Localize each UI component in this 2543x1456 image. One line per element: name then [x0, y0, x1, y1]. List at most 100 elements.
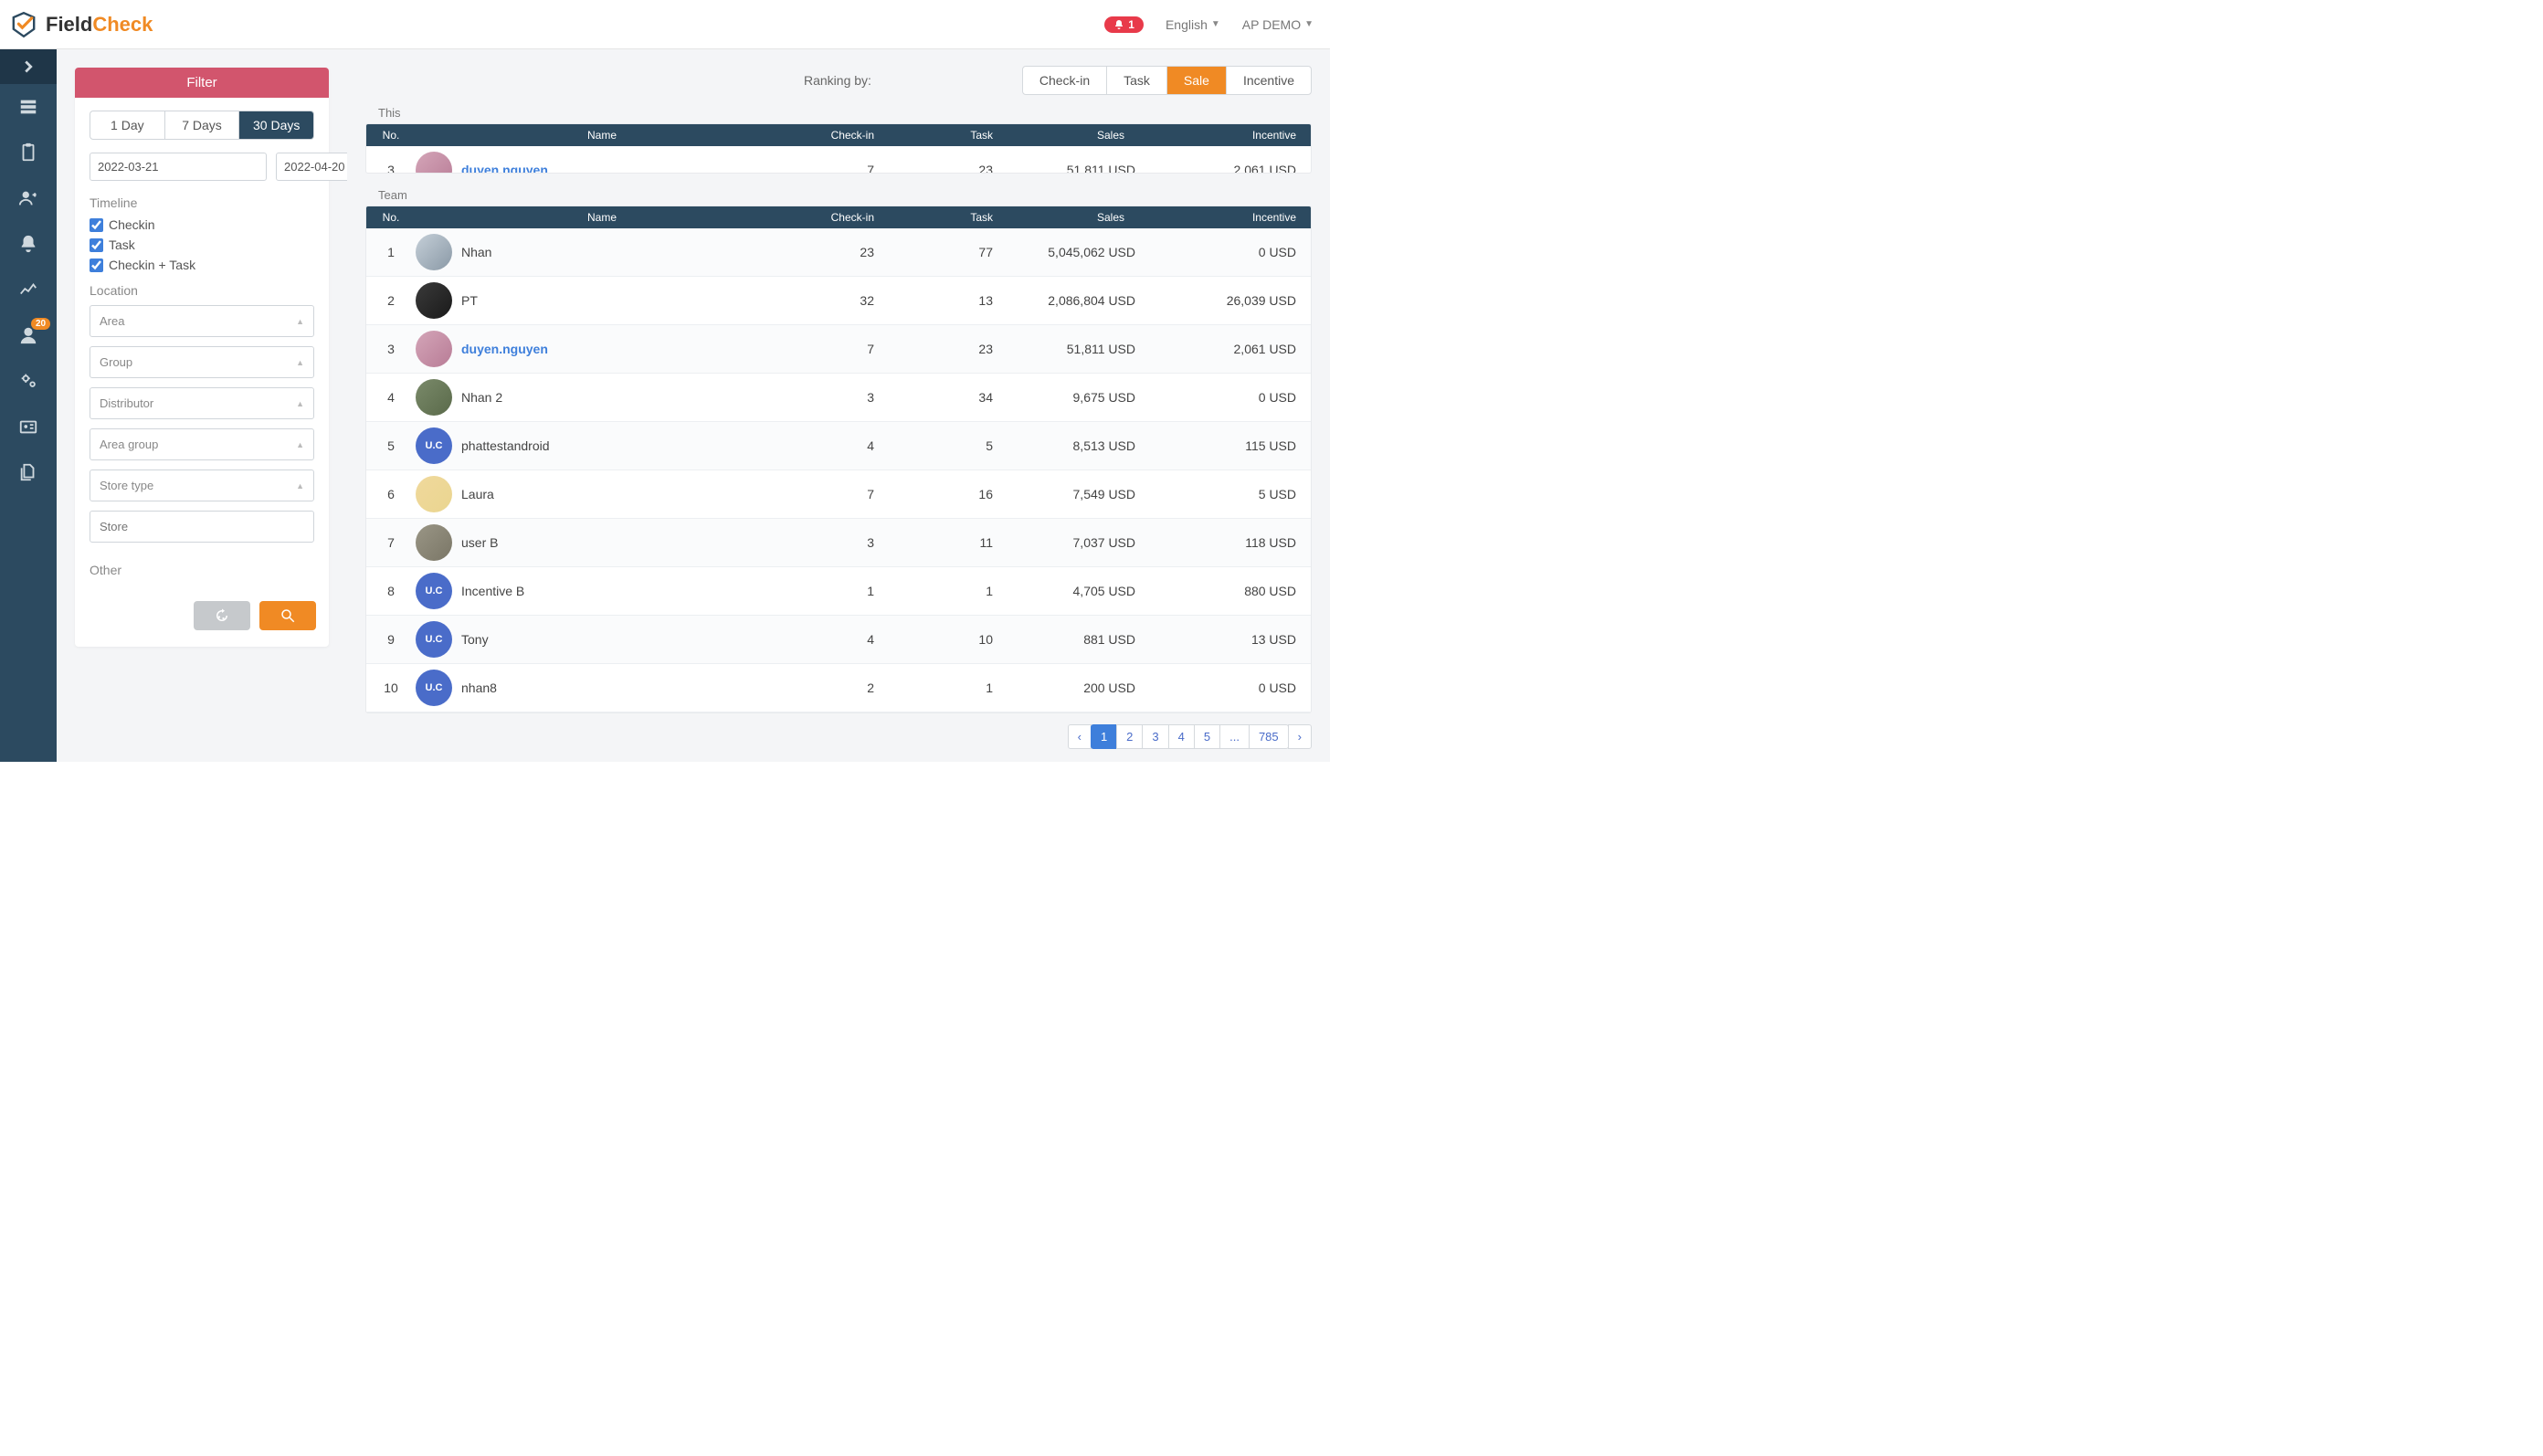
nav-item-files[interactable] — [0, 449, 57, 495]
nav-item-clipboard[interactable] — [0, 130, 57, 175]
cell-checkin: 23 — [772, 245, 891, 259]
day-tabs: 1 Day 7 Days 30 Days — [90, 111, 314, 140]
checkin-label: Checkin — [109, 217, 155, 232]
nav-item-settings[interactable] — [0, 358, 57, 404]
cell-name: Nhan — [461, 245, 491, 259]
caret-down-icon: ▼ — [1211, 19, 1220, 29]
area-select[interactable]: Area▲ — [90, 305, 314, 337]
col-incentive-header: Incentive — [1146, 211, 1311, 224]
table-row[interactable]: 9U.CTony410881 USD13 USD — [366, 616, 1311, 664]
table-row[interactable]: 2PT32132,086,804 USD26,039 USD — [366, 277, 1311, 325]
bell-icon — [18, 234, 38, 254]
other-label: Other — [90, 563, 314, 577]
notifications-badge[interactable]: 1 — [1104, 16, 1144, 33]
timeline-label: Timeline — [90, 195, 314, 210]
ranking-label: Ranking by: — [804, 73, 871, 88]
nav-item-user[interactable]: 20 — [0, 312, 57, 358]
page-5[interactable]: 5 — [1194, 724, 1220, 749]
avatar: U.C — [416, 427, 452, 464]
header: FieldCheck 1 English▼ AP DEMO▼ — [0, 0, 1330, 49]
task-checkbox[interactable] — [90, 238, 103, 252]
stack-icon — [18, 97, 38, 117]
language-switch[interactable]: English▼ — [1166, 17, 1220, 32]
cell-no: 3 — [366, 342, 416, 356]
logo[interactable]: FieldCheck — [9, 10, 153, 39]
cell-checkin: 2 — [772, 681, 891, 695]
page-next[interactable]: › — [1288, 724, 1312, 749]
table-row[interactable]: 1Nhan23775,045,062 USD0 USD — [366, 228, 1311, 277]
nav-collapse[interactable] — [0, 49, 57, 84]
cell-no: 7 — [366, 535, 416, 550]
main-content: Ranking by: Check-in Task Sale Incentive… — [347, 49, 1330, 762]
date-from-input[interactable] — [90, 153, 267, 181]
table-row[interactable]: 5U.Cphattestandroid458,513 USD115 USD — [366, 422, 1311, 470]
cell-task: 11 — [891, 535, 1009, 550]
col-task-header: Task — [891, 211, 1009, 224]
page-1[interactable]: 1 — [1091, 724, 1117, 749]
store-input[interactable] — [90, 511, 314, 543]
cell-sales: 51,811 USD — [1009, 163, 1146, 174]
table-row[interactable]: 10U.Cnhan821200 USD0 USD — [366, 664, 1311, 712]
table-row[interactable]: 3duyen.nguyen72351,811 USD2,061 USD — [366, 146, 1311, 174]
ranking-tab-checkin[interactable]: Check-in — [1023, 67, 1107, 94]
cell-sales: 2,086,804 USD — [1009, 293, 1146, 308]
filter-title: Filter — [75, 68, 329, 98]
page-785[interactable]: 785 — [1249, 724, 1289, 749]
reset-button[interactable] — [194, 601, 250, 630]
col-no-header: No. — [366, 129, 416, 142]
checkin-checkbox[interactable] — [90, 218, 103, 232]
user-switch[interactable]: AP DEMO▼ — [1242, 17, 1314, 32]
nav-item-card[interactable] — [0, 404, 57, 449]
table-row[interactable]: 3duyen.nguyen72351,811 USD2,061 USD — [366, 325, 1311, 374]
table-row[interactable]: 4Nhan 23349,675 USD0 USD — [366, 374, 1311, 422]
cell-no: 1 — [366, 245, 416, 259]
page-3[interactable]: 3 — [1142, 724, 1168, 749]
day-tab-7[interactable]: 7 Days — [165, 111, 240, 139]
location-label: Location — [90, 283, 314, 298]
chevron-right-icon — [18, 57, 38, 77]
nav-item-bell[interactable] — [0, 221, 57, 267]
store-type-select[interactable]: Store type▲ — [90, 470, 314, 501]
cell-name: Laura — [461, 487, 494, 501]
table-row[interactable]: 7user B3117,037 USD118 USD — [366, 519, 1311, 567]
checkin-task-label: Checkin + Task — [109, 258, 195, 272]
cell-incentive: 26,039 USD — [1146, 293, 1311, 308]
day-tab-30[interactable]: 30 Days — [239, 111, 313, 139]
cell-task: 16 — [891, 487, 1009, 501]
search-button[interactable] — [259, 601, 316, 630]
ranking-tab-incentive[interactable]: Incentive — [1227, 67, 1311, 94]
cell-task: 23 — [891, 163, 1009, 174]
nav-item-data[interactable] — [0, 84, 57, 130]
sidebar-nav: 20 — [0, 49, 57, 762]
ranking-tab-task[interactable]: Task — [1107, 67, 1167, 94]
cell-name: nhan8 — [461, 681, 497, 695]
logo-text: FieldCheck — [46, 13, 153, 37]
cell-incentive: 13 USD — [1146, 632, 1311, 647]
caret-down-icon: ▼ — [1304, 19, 1314, 29]
cell-name: duyen.nguyen — [461, 342, 548, 356]
table-row[interactable]: 8U.CIncentive B114,705 USD880 USD — [366, 567, 1311, 616]
ranking-tab-sale[interactable]: Sale — [1167, 67, 1227, 94]
cell-incentive: 0 USD — [1146, 245, 1311, 259]
cell-checkin: 7 — [772, 163, 891, 174]
page-2[interactable]: 2 — [1116, 724, 1143, 749]
triangle-up-icon: ▲ — [296, 317, 304, 326]
checkin-task-checkbox[interactable] — [90, 258, 103, 272]
avatar — [416, 524, 452, 561]
cell-no: 3 — [366, 163, 416, 174]
col-sales-header: Sales — [1009, 129, 1146, 142]
group-select[interactable]: Group▲ — [90, 346, 314, 378]
page-4[interactable]: 4 — [1168, 724, 1195, 749]
col-task-header: Task — [891, 129, 1009, 142]
cell-checkin: 3 — [772, 535, 891, 550]
cell-incentive: 5 USD — [1146, 487, 1311, 501]
page-prev[interactable]: ‹ — [1068, 724, 1092, 749]
area-group-select[interactable]: Area group▲ — [90, 428, 314, 460]
nav-item-chart[interactable] — [0, 267, 57, 312]
distributor-select[interactable]: Distributor▲ — [90, 387, 314, 419]
nav-item-user-arrow[interactable] — [0, 175, 57, 221]
day-tab-1[interactable]: 1 Day — [90, 111, 165, 139]
cell-checkin: 7 — [772, 342, 891, 356]
table-row[interactable]: 6Laura7167,549 USD5 USD — [366, 470, 1311, 519]
col-checkin-header: Check-in — [772, 211, 891, 224]
